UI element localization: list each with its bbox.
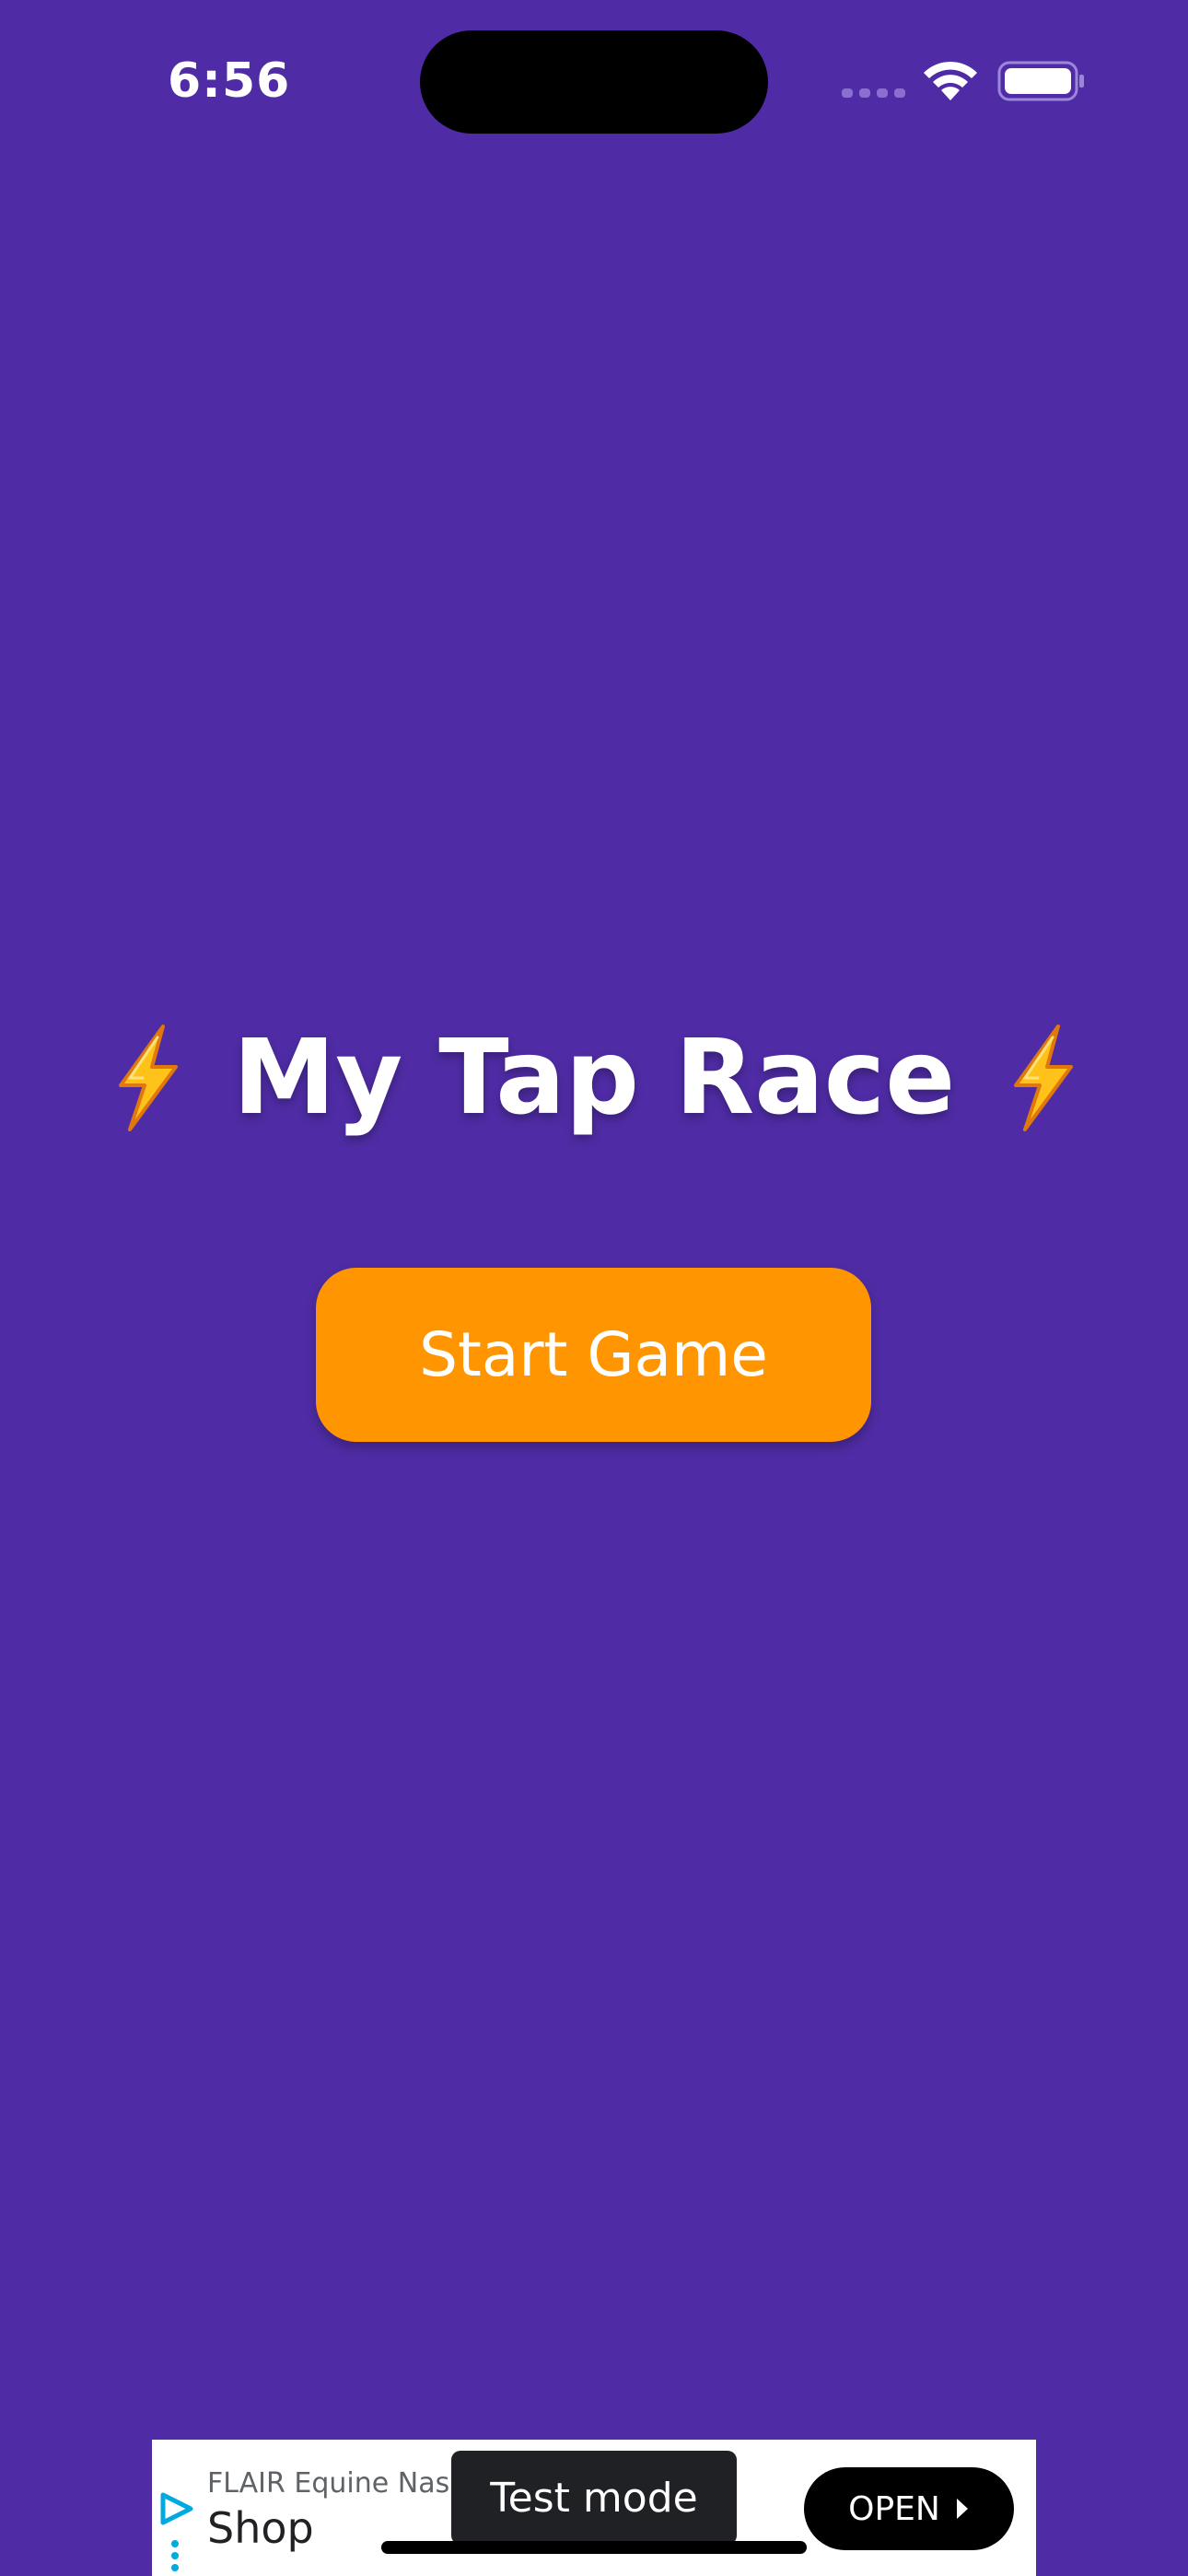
home-indicator bbox=[381, 2541, 807, 2554]
dynamic-island bbox=[420, 30, 768, 134]
ad-open-label: OPEN bbox=[848, 2489, 940, 2528]
ad-choices-play-icon[interactable] bbox=[157, 2491, 194, 2526]
lightning-bolt-icon bbox=[118, 1025, 178, 1131]
battery-icon bbox=[997, 61, 1084, 101]
screen: { "status_bar": { "time": "6:56", "icons… bbox=[0, 0, 1188, 2576]
test-mode-badge: Test mode bbox=[451, 2451, 737, 2545]
ad-open-button[interactable]: OPEN bbox=[804, 2467, 1014, 2550]
status-time: 6:56 bbox=[168, 53, 291, 109]
app-title: My Tap Race bbox=[232, 1018, 956, 1138]
lightning-bolt-icon bbox=[1014, 1025, 1074, 1131]
ad-headline: Shop bbox=[207, 2503, 314, 2553]
title-row: My Tap Race bbox=[0, 1013, 1188, 1142]
wifi-icon bbox=[924, 61, 977, 100]
more-dots-icon[interactable] bbox=[170, 2539, 180, 2576]
start-game-button[interactable]: Start Game bbox=[316, 1268, 871, 1442]
chevron-right-icon bbox=[956, 2499, 968, 2519]
signal-icon bbox=[842, 88, 905, 98]
ad-advertiser: FLAIR Equine Nasa bbox=[207, 2467, 467, 2500]
